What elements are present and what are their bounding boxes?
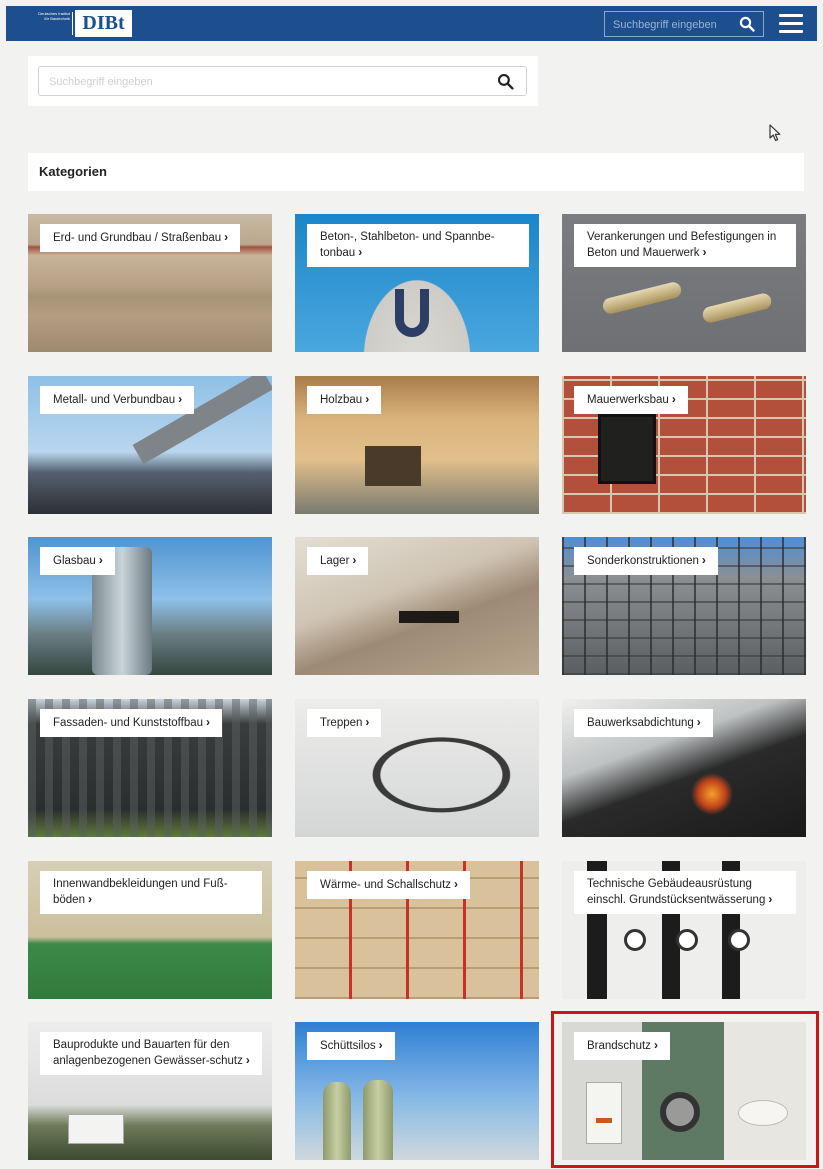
category-tile[interactable]: Bauprodukte und Bauarten für den anlagen… (28, 1022, 272, 1160)
category-tile[interactable]: Lager › (295, 537, 539, 675)
switch-indicator-shape (596, 1118, 612, 1123)
plant-building-shape (68, 1114, 124, 1144)
logo-u-shape (395, 289, 429, 337)
category-tile[interactable]: Metall- und Verbundbau › (28, 376, 272, 514)
category-tile[interactable]: Treppen › (295, 699, 539, 837)
chevron-right-icon: › (702, 245, 707, 259)
category-label: Brandschutz › (574, 1032, 670, 1060)
chevron-right-icon: › (671, 392, 676, 406)
category-tile[interactable]: Sonderkonstruktionen › (562, 537, 806, 675)
category-label: Beton-, Stahlbeton- und Spannbe-tonbau › (307, 224, 529, 267)
chevron-right-icon: › (454, 877, 459, 891)
category-label: Holzbau › (307, 386, 382, 414)
wall-lamp-shape (598, 414, 656, 484)
category-label: Glasbau › (40, 547, 115, 575)
chevron-right-icon: › (98, 553, 103, 567)
main-search-box (38, 66, 527, 96)
mouse-cursor-icon (769, 124, 781, 142)
chevron-right-icon: › (365, 715, 370, 729)
dibt-logo[interactable]: Deutsches Institut für Bautechnik DIBt (30, 8, 134, 39)
search-icon[interactable] (739, 16, 755, 32)
category-tile[interactable]: Innenwandbekleidungen und Fuß-böden › (28, 861, 272, 999)
chevron-right-icon: › (87, 892, 92, 906)
category-tile[interactable]: Holzbau › (295, 376, 539, 514)
category-label: Verankerungen und Befestigungen in Beton… (574, 224, 796, 267)
chevron-right-icon: › (378, 1038, 383, 1052)
category-label: Technische Gebäudeausrüstung einschl. Gr… (574, 871, 796, 914)
window-opening-shape (365, 446, 421, 486)
category-label: Sonderkonstruktionen › (574, 547, 718, 575)
bearing-gap-shape (399, 611, 459, 623)
chevron-right-icon: › (358, 245, 363, 259)
chevron-right-icon: › (245, 1053, 250, 1067)
silo-shape (323, 1082, 351, 1160)
gauge-icon (676, 929, 698, 951)
category-label: Wärme- und Schallschutz › (307, 871, 471, 899)
category-tile[interactable]: Bauwerksabdichtung › (562, 699, 806, 837)
search-icon[interactable] (497, 73, 514, 90)
section-title: Kategorien (39, 164, 107, 179)
silo-shape (363, 1080, 393, 1160)
search-panel (28, 56, 538, 106)
category-label: Lager › (307, 547, 369, 575)
category-tile[interactable]: Fassaden- und Kunststoffbau › (28, 699, 272, 837)
category-tile[interactable]: Glasbau › (28, 537, 272, 675)
category-label: Metall- und Verbundbau › (40, 386, 195, 414)
chevron-right-icon: › (224, 230, 229, 244)
category-tile[interactable]: Erd- und Grundbau / Straßenbau › (28, 214, 272, 352)
category-label: Innenwandbekleidungen und Fuß-böden › (40, 871, 262, 914)
chevron-right-icon: › (178, 392, 183, 406)
gauge-icon (624, 929, 646, 951)
chevron-right-icon: › (768, 892, 773, 906)
category-label: Treppen › (307, 709, 382, 737)
chevron-right-icon: › (701, 553, 706, 567)
category-tile[interactable]: Technische Gebäudeausrüstung einschl. Gr… (562, 861, 806, 999)
category-label: Fassaden- und Kunststoffbau › (40, 709, 223, 737)
chevron-right-icon: › (696, 715, 701, 729)
category-tile[interactable]: Beton-, Stahlbeton- und Spannbe-tonbau › (295, 214, 539, 352)
category-label: Bauprodukte und Bauarten für den anlagen… (40, 1032, 262, 1075)
category-label: Schüttsilos › (307, 1032, 395, 1060)
category-tile[interactable]: Schüttsilos › (295, 1022, 539, 1160)
category-tile[interactable]: Brandschutz › (562, 1022, 806, 1160)
logo-divider (72, 12, 73, 35)
chevron-right-icon: › (653, 1038, 658, 1052)
logo-institute-name: Deutsches Institut für Bautechnik (38, 11, 70, 21)
category-tile[interactable]: Wärme- und Schallschutz › (295, 861, 539, 999)
fire-damper-shape (660, 1092, 700, 1132)
smoke-detector-shape (738, 1100, 788, 1126)
gauge-icon (728, 929, 750, 951)
main-search-input[interactable] (49, 74, 469, 89)
category-label: Bauwerksabdichtung › (574, 709, 713, 737)
top-navigation-bar: Deutsches Institut für Bautechnik DIBt (6, 6, 817, 41)
switch-device-shape (586, 1082, 622, 1144)
chevron-right-icon: › (206, 715, 211, 729)
chevron-right-icon: › (352, 553, 357, 567)
categories-header: Kategorien (28, 153, 804, 191)
chevron-right-icon: › (365, 392, 370, 406)
header-search-input[interactable] (613, 17, 733, 32)
logo-wordmark: DIBt (75, 10, 132, 37)
header-search-box (604, 11, 764, 37)
category-tile[interactable]: Verankerungen und Befestigungen in Beton… (562, 214, 806, 352)
category-tile[interactable]: Mauerwerksbau › (562, 376, 806, 514)
category-label: Mauerwerksbau › (574, 386, 688, 414)
hamburger-menu-icon[interactable] (779, 14, 803, 34)
category-label: Erd- und Grundbau / Straßenbau › (40, 224, 241, 252)
